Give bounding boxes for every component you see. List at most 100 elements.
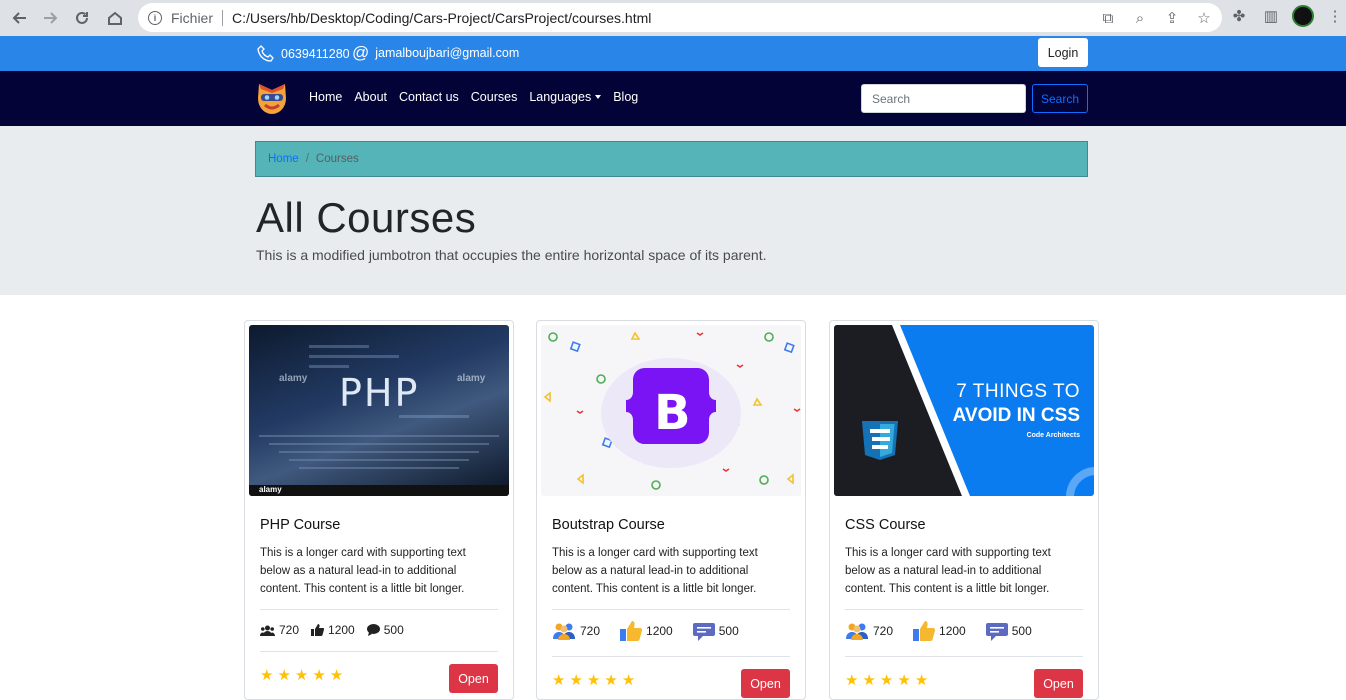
star-icon: ★ — [586, 672, 601, 689]
course-card-bootstrap: B Boutstrap Course This is a longer card… — [536, 320, 806, 700]
divider — [552, 656, 790, 657]
breadcrumb-home[interactable]: Home — [268, 153, 299, 165]
star-icon: ★ — [621, 672, 636, 689]
phone-number: 0639411280 — [281, 47, 350, 61]
open-button[interactable]: Open — [449, 664, 498, 693]
divider — [845, 656, 1083, 657]
page-title: All Courses — [256, 194, 477, 241]
stat-users: 720 — [260, 623, 299, 637]
nav-about[interactable]: About — [354, 90, 387, 104]
star-icon: ★ — [329, 667, 344, 684]
php-image-text: PHP — [339, 371, 420, 415]
breadcrumb-separator: / — [305, 153, 309, 165]
extensions-icon[interactable]: ✤ — [1228, 5, 1250, 27]
users-count: 720 — [279, 623, 300, 637]
likes-count: 1200 — [646, 624, 673, 638]
divider — [845, 609, 1083, 610]
course-card-css: 7 THINGS TO AVOID IN CSS Code Architects… — [829, 320, 1099, 700]
css-image-line2: AVOID IN CSS — [952, 405, 1080, 426]
thumbs-up-icon — [913, 621, 936, 641]
card-stats: 720 1200 500 — [260, 623, 416, 637]
users-count: 720 — [580, 624, 601, 638]
comment-icon — [985, 621, 1008, 641]
card-text: This is a longer card with supporting te… — [845, 547, 1051, 595]
card-text: This is a longer card with supporting te… — [552, 547, 758, 595]
card-text: This is a longer card with supporting te… — [260, 547, 466, 595]
page-lead: This is a modified jumbotron that occupi… — [256, 247, 767, 263]
nav-contact[interactable]: Contact us — [399, 90, 459, 104]
card-stats: 720 1200 500 — [552, 621, 751, 641]
users-icon — [552, 622, 576, 640]
at-icon: @ — [352, 43, 370, 62]
php-image-watermark-1: alamy — [279, 373, 308, 384]
reload-icon[interactable] — [67, 3, 97, 33]
url-text[interactable]: C:/Users/hb/Desktop/Coding/Cars-Project/… — [232, 10, 651, 26]
users-count: 720 — [873, 624, 894, 638]
translate-icon[interactable]: ⧉ — [1098, 8, 1118, 28]
email-address: jamalboujbari@gmail.com — [375, 46, 520, 60]
thumbs-up-icon — [620, 621, 643, 641]
nav-home[interactable]: Home — [309, 90, 342, 104]
browser-toolbar: i Fichier C:/Users/hb/Desktop/Coding/Car… — [0, 0, 1346, 36]
thumbs-up-icon — [311, 624, 325, 636]
email-contact: @ jamalboujbari@gmail.com — [352, 44, 519, 62]
php-image-watermark-3: alamy — [259, 485, 282, 494]
card-title: Boutstrap Course — [552, 517, 665, 533]
nav-blog[interactable]: Blog — [613, 90, 638, 104]
stat-users: 720 — [845, 622, 893, 640]
rating-stars: ★ ★ ★ ★ ★ — [552, 671, 635, 689]
phone-contact: 0639411280 — [256, 44, 350, 64]
divider — [260, 609, 498, 610]
comments-count: 500 — [718, 624, 739, 638]
star-icon: ★ — [552, 672, 566, 689]
php-image-watermark-2: alamy — [457, 373, 486, 384]
home-icon[interactable] — [100, 3, 130, 33]
contact-bar: 0639411280 @ jamalboujbari@gmail.com Log… — [0, 36, 1346, 71]
css-course-image: 7 THINGS TO AVOID IN CSS Code Architects — [834, 325, 1094, 496]
back-icon[interactable] — [5, 3, 35, 33]
search-input[interactable] — [861, 84, 1026, 113]
stat-likes: 1200 — [913, 621, 966, 641]
card-stats: 720 1200 500 — [845, 621, 1044, 641]
profile-avatar[interactable] — [1292, 5, 1314, 27]
stat-likes: 1200 — [311, 623, 355, 637]
phone-icon — [257, 45, 274, 62]
breadcrumb-current: Courses — [315, 153, 359, 165]
bookmark-star-icon[interactable]: ☆ — [1194, 8, 1214, 28]
users-icon — [260, 625, 275, 636]
side-panel-icon[interactable]: ▥ — [1260, 5, 1282, 27]
search-button[interactable]: Search — [1032, 84, 1088, 113]
php-course-image: PHP alamy alamy alamy — [249, 325, 509, 496]
users-icon — [845, 622, 869, 640]
star-icon: ★ — [260, 667, 274, 684]
card-title: CSS Course — [845, 517, 926, 533]
css-image-line1: 7 THINGS TO — [956, 381, 1080, 402]
forward-icon[interactable] — [35, 3, 65, 33]
menu-dots-icon[interactable]: ⋮ — [1324, 5, 1346, 27]
divider — [260, 651, 498, 652]
share-icon[interactable]: ⇪ — [1162, 8, 1182, 28]
nav-languages-dropdown[interactable]: Languages — [529, 90, 602, 104]
course-card-php: PHP alamy alamy alamy PHP Course This is… — [244, 320, 514, 700]
star-icon: ★ — [312, 667, 326, 684]
star-icon: ★ — [277, 667, 291, 684]
login-button[interactable]: Login — [1038, 38, 1088, 67]
nav-courses[interactable]: Courses — [471, 90, 518, 104]
stat-comments: 500 — [692, 621, 739, 641]
stat-users: 720 — [552, 622, 600, 640]
nav-languages[interactable]: Languages — [529, 90, 591, 104]
zoom-icon[interactable]: ⌕ — [1130, 8, 1150, 28]
star-icon: ★ — [569, 672, 583, 689]
likes-count: 1200 — [328, 623, 355, 637]
star-icon: ★ — [845, 672, 859, 689]
caret-down-icon — [595, 95, 602, 99]
stat-comments: 500 — [366, 623, 404, 637]
stat-comments: 500 — [985, 621, 1032, 641]
address-bar[interactable]: i Fichier C:/Users/hb/Desktop/Coding/Car… — [138, 3, 1222, 32]
site-logo[interactable] — [255, 80, 289, 116]
bootstrap-course-image: B — [541, 325, 801, 496]
bootstrap-logo-letter: B — [654, 385, 691, 441]
star-icon: ★ — [897, 672, 911, 689]
star-icon: ★ — [914, 672, 929, 689]
info-icon[interactable]: i — [148, 10, 162, 25]
